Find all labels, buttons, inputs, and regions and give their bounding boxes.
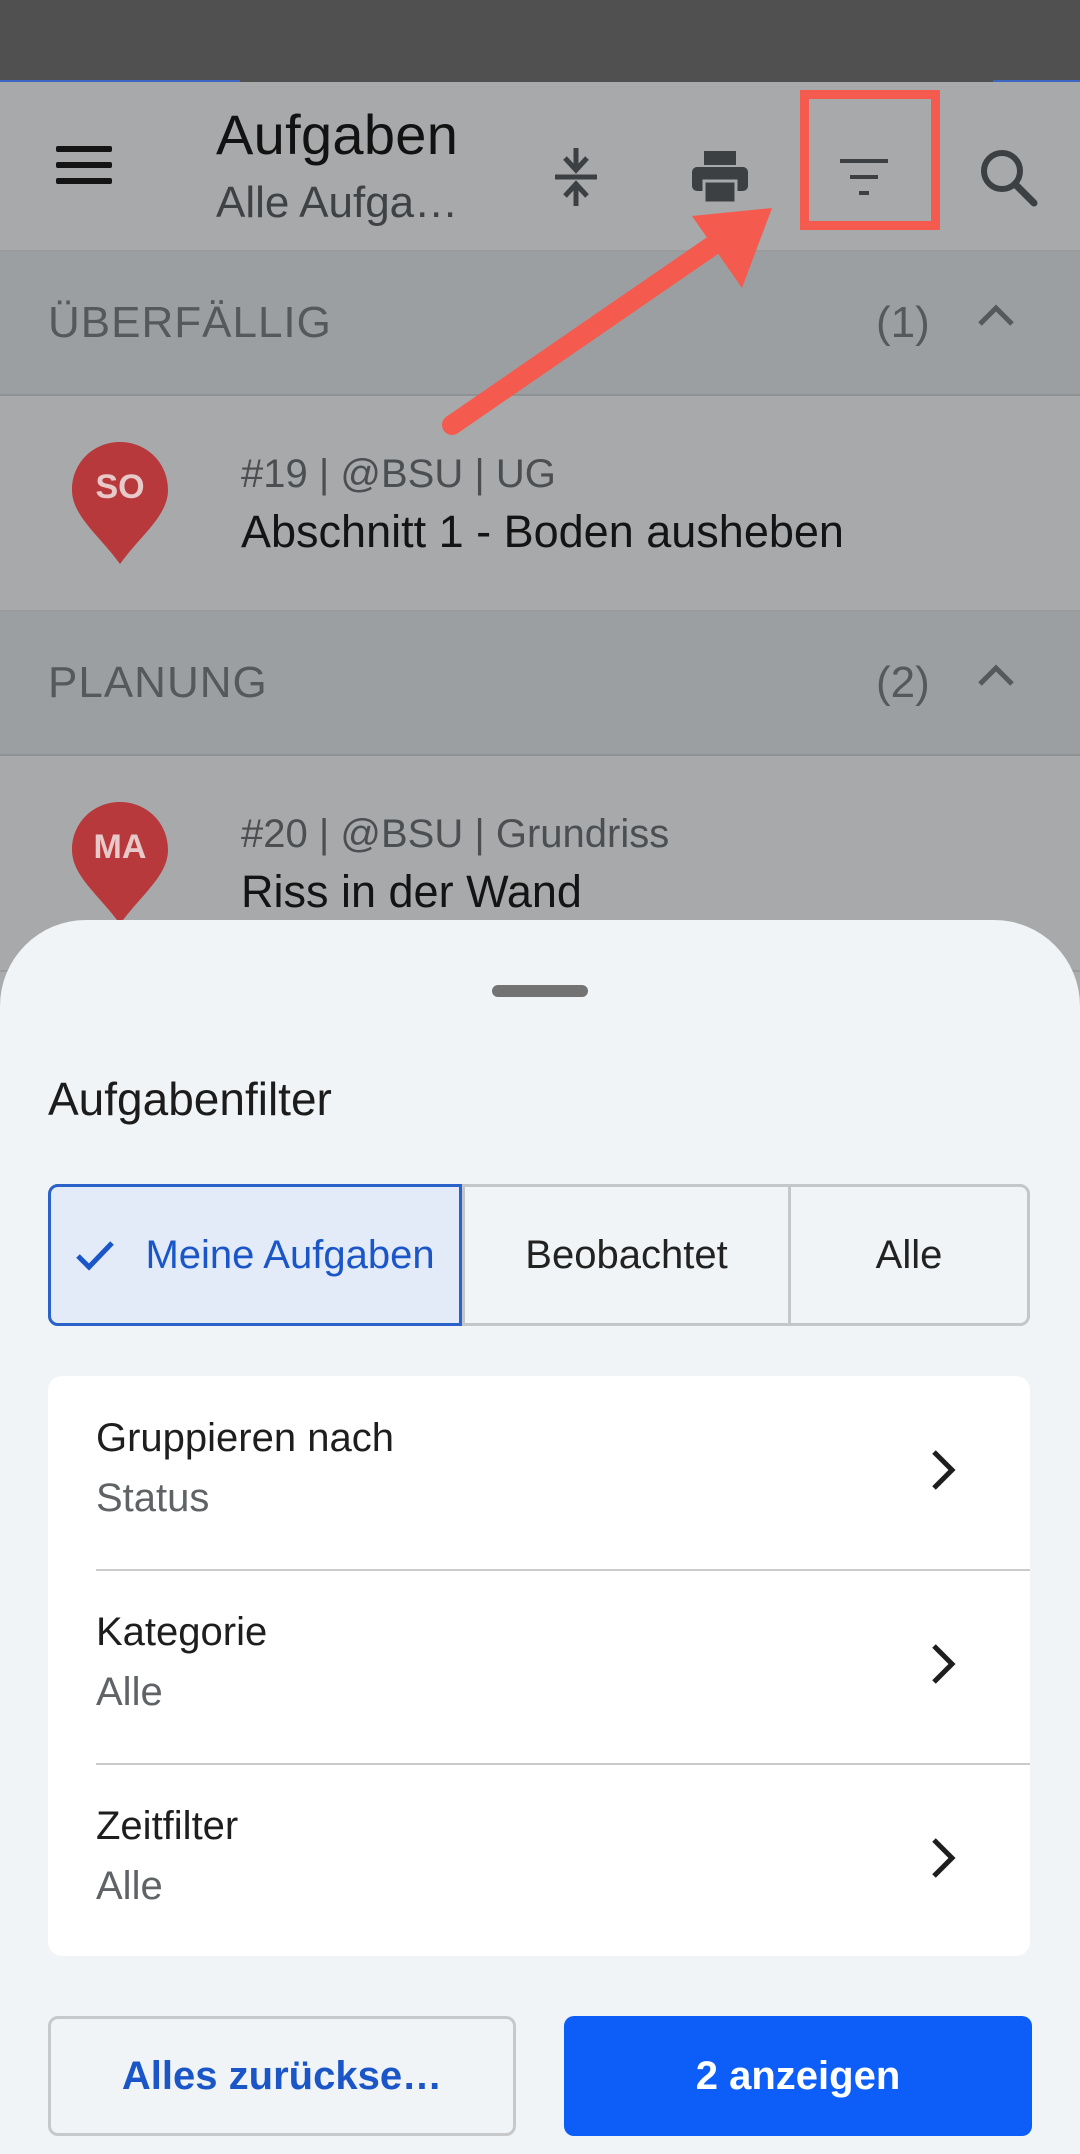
section-header-planning[interactable]: PLANUNG (2)	[0, 612, 1080, 756]
segment-label: Meine Aufgaben	[145, 1232, 435, 1277]
task-name: Riss in der Wand	[241, 866, 582, 917]
filter-options-card: Gruppieren nach Status Kategorie Alle Ze…	[48, 1376, 1030, 1956]
option-label: Zeitfilter	[96, 1804, 239, 1848]
segment-control: Meine Aufgaben Beobachtet Alle	[48, 1184, 1030, 1326]
section-label: PLANUNG	[48, 658, 268, 707]
option-label: Gruppieren nach	[96, 1416, 394, 1460]
segment-label: Alle	[875, 1232, 943, 1277]
option-category[interactable]: Kategorie Alle	[48, 1570, 1030, 1764]
avatar-initials: SO	[95, 468, 144, 506]
section-count: (2)	[876, 658, 930, 707]
segment-all[interactable]: Alle	[788, 1187, 1027, 1323]
check-icon	[75, 1239, 115, 1271]
annotation-arrow	[442, 208, 772, 435]
filter-sheet: Aufgabenfilter Meine Aufgaben Beobachtet…	[0, 920, 1080, 2154]
show-results-button[interactable]: 2 anzeigen	[564, 2016, 1032, 2136]
avatar-pin: MA	[72, 802, 168, 924]
task-name: Abschnitt 1 - Boden ausheben	[241, 506, 844, 557]
option-value: Alle	[96, 1864, 163, 1908]
chevron-right-icon	[932, 1644, 956, 1684]
chevron-right-icon	[932, 1450, 956, 1490]
option-time-filter[interactable]: Zeitfilter Alle	[48, 1764, 1030, 1958]
option-group-by[interactable]: Gruppieren nach Status	[48, 1376, 1030, 1570]
option-value: Alle	[96, 1670, 163, 1714]
drag-handle[interactable]	[492, 985, 588, 997]
segment-my-tasks[interactable]: Meine Aufgaben	[48, 1184, 462, 1326]
chevron-up-icon[interactable]	[976, 662, 1016, 688]
reset-button[interactable]: Alles zurückse…	[48, 2016, 516, 2136]
sheet-title: Aufgabenfilter	[48, 1073, 332, 1125]
chevron-right-icon	[932, 1838, 956, 1878]
task-meta: #20 | @BSU | Grundriss	[241, 812, 670, 856]
option-label: Kategorie	[96, 1610, 268, 1654]
option-value: Status	[96, 1476, 210, 1520]
segment-label: Beobachtet	[525, 1232, 728, 1277]
segment-watched[interactable]: Beobachtet	[462, 1187, 788, 1323]
avatar-initials: MA	[94, 828, 147, 866]
